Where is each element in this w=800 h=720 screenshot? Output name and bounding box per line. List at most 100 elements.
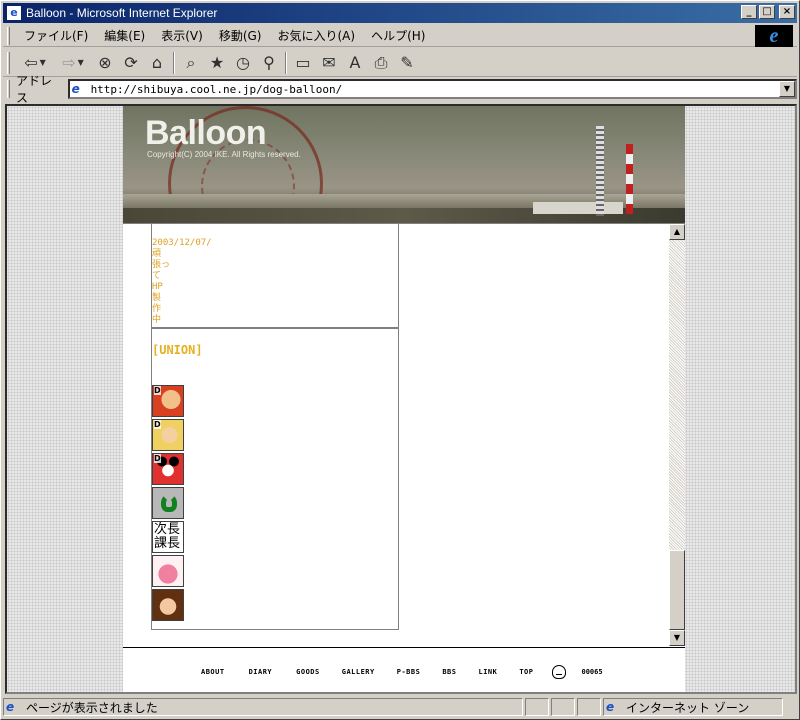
- diary-line: 作: [152, 304, 162, 314]
- union-banner[interactable]: [152, 589, 184, 621]
- menu-bar: ファイル(F) 編集(E) 表示(V) 移動(G) お気に入り(A) ヘルプ(H…: [3, 25, 797, 47]
- green-logo-icon: [161, 494, 177, 512]
- mail-icon: ✉: [322, 53, 336, 72]
- scroll-up-icon[interactable]: ▲: [669, 224, 685, 240]
- address-dropdown-icon[interactable]: ▼: [778, 81, 795, 97]
- favorites-button[interactable]: ★: [204, 51, 230, 75]
- forward-arrow-icon: ⇨: [62, 53, 76, 72]
- font-size-button[interactable]: A: [342, 51, 368, 75]
- ie-logo-icon: e: [755, 25, 793, 47]
- nav-about[interactable]: ABOUT: [201, 668, 225, 676]
- stop-button[interactable]: ⊗: [92, 51, 118, 75]
- forward-dropdown-icon: ▼: [77, 58, 84, 67]
- nav-goods[interactable]: GOODS: [296, 668, 320, 676]
- close-button[interactable]: ×: [779, 5, 795, 19]
- menu-favorites[interactable]: お気に入り(A): [269, 27, 363, 44]
- status-cell: [551, 698, 575, 716]
- refresh-icon: ⟳: [124, 53, 138, 72]
- nav-diary[interactable]: DIARY: [249, 668, 273, 676]
- scroll-thumb[interactable]: [669, 550, 685, 630]
- menu-edit[interactable]: 編集(E): [96, 27, 153, 44]
- window-title: Balloon - Microsoft Internet Explorer: [26, 6, 218, 20]
- menu-view[interactable]: 表示(V): [153, 27, 211, 44]
- union-banner[interactable]: 次長課長: [152, 521, 184, 553]
- ie-icon: e: [6, 5, 22, 21]
- status-message: ページが表示されました: [26, 700, 158, 715]
- tower-image: [596, 126, 604, 216]
- toolbar-grip[interactable]: [7, 51, 10, 74]
- toolbar-separator: [173, 51, 175, 74]
- nav-p-bbs[interactable]: P-BBS: [397, 668, 421, 676]
- menu-help[interactable]: ヘルプ(H): [363, 27, 433, 44]
- window-controls: _ □ ×: [741, 5, 795, 19]
- favorites-icon: ★: [209, 53, 225, 72]
- address-bar: アドレス e http://shibuya.cool.ne.jp/dog-bal…: [3, 74, 797, 105]
- status-zone: e インターネット ゾーン: [603, 698, 783, 716]
- back-button[interactable]: ⇦ ▼: [16, 51, 54, 75]
- history-button[interactable]: ◷: [230, 51, 256, 75]
- union-banner[interactable]: D: [152, 419, 184, 451]
- minimize-button[interactable]: _: [741, 5, 757, 19]
- diary-line: HP: [152, 282, 163, 292]
- maximize-button[interactable]: □: [759, 5, 775, 19]
- footer-nav-bar: ABOUT DIARY GOODS GALLERY P-BBS BBS LINK…: [123, 647, 685, 692]
- fullscreen-icon: ▭: [295, 53, 311, 72]
- menu-file[interactable]: ファイル(F): [16, 27, 96, 44]
- badge-d-icon: D: [154, 420, 161, 429]
- menu-go[interactable]: 移動(G): [211, 27, 270, 44]
- back-dropdown-icon: ▼: [39, 58, 46, 67]
- forward-button[interactable]: ⇨ ▼: [54, 51, 92, 75]
- nav-top[interactable]: TOP: [519, 668, 533, 676]
- union-banner[interactable]: D: [152, 453, 184, 485]
- search-button[interactable]: ⌕: [178, 51, 204, 75]
- toolbar-separator: [285, 51, 287, 74]
- mail-button[interactable]: ✉: [316, 51, 342, 75]
- diary-box: 2003/12/07/ 頑 張っ て HP 製 作 中: [151, 224, 399, 328]
- diary-line: 頑: [152, 249, 162, 259]
- page-icon: e: [71, 82, 80, 96]
- back-arrow-icon: ⇦: [24, 53, 38, 72]
- union-banner[interactable]: [152, 487, 184, 519]
- footer-nav: ABOUT DIARY GOODS GALLERY P-BBS BBS LINK…: [201, 665, 603, 679]
- union-box: [UNION] D D D 次長課長: [151, 328, 399, 630]
- history-icon: ◷: [236, 53, 250, 72]
- site-copyright: Copyright(C) 2004 IKE. All Rights reserv…: [147, 150, 301, 159]
- edit-button[interactable]: ✎: [394, 51, 420, 75]
- union-banner[interactable]: [152, 555, 184, 587]
- print-button[interactable]: ⎙: [368, 51, 394, 75]
- channels-button[interactable]: ⚲: [256, 51, 282, 75]
- fullscreen-button[interactable]: ▭: [290, 51, 316, 75]
- stop-icon: ⊗: [98, 53, 112, 72]
- browser-window: e Balloon - Microsoft Internet Explorer …: [0, 0, 800, 720]
- status-bar: e ページが表示されました e インターネット ゾーン: [3, 697, 797, 717]
- badge-d-icon: D: [154, 386, 161, 395]
- chimney-image: [626, 144, 633, 214]
- frame-scrollbar[interactable]: ▲ ▼: [669, 224, 685, 646]
- home-icon: ⌂: [151, 53, 163, 72]
- address-input[interactable]: e http://shibuya.cool.ne.jp/dog-balloon/…: [67, 79, 797, 99]
- diary-line: 中: [152, 315, 162, 325]
- font-icon: A: [349, 53, 361, 72]
- address-url[interactable]: http://shibuya.cool.ne.jp/dog-balloon/: [91, 83, 343, 96]
- site-logo: Balloon: [145, 114, 267, 152]
- nav-gallery[interactable]: GALLERY: [342, 668, 375, 676]
- address-grip[interactable]: [7, 80, 10, 98]
- access-counter: 00065: [581, 668, 603, 676]
- zone-label: インターネット ゾーン: [626, 700, 750, 715]
- search-icon: ⌕: [186, 52, 196, 72]
- scroll-down-icon[interactable]: ▼: [669, 630, 685, 646]
- nav-link[interactable]: LINK: [478, 668, 497, 676]
- title-bar: e Balloon - Microsoft Internet Explorer …: [3, 3, 797, 23]
- badge-d-icon: D: [154, 454, 161, 463]
- page-done-icon: e: [6, 700, 15, 714]
- status-main: e ページが表示されました: [3, 698, 523, 716]
- nav-bbs[interactable]: BBS: [442, 668, 456, 676]
- globe-icon: e: [606, 700, 615, 714]
- print-icon: ⎙: [374, 52, 388, 72]
- union-banner[interactable]: D: [152, 385, 184, 417]
- menu-grip[interactable]: [7, 26, 10, 45]
- diary-line: 張っ: [152, 260, 171, 270]
- refresh-button[interactable]: ⟳: [118, 51, 144, 75]
- content-frame: 2003/12/07/ 頑 張っ て HP 製 作 中 [UNION] D D …: [123, 223, 685, 647]
- home-button[interactable]: ⌂: [144, 51, 170, 75]
